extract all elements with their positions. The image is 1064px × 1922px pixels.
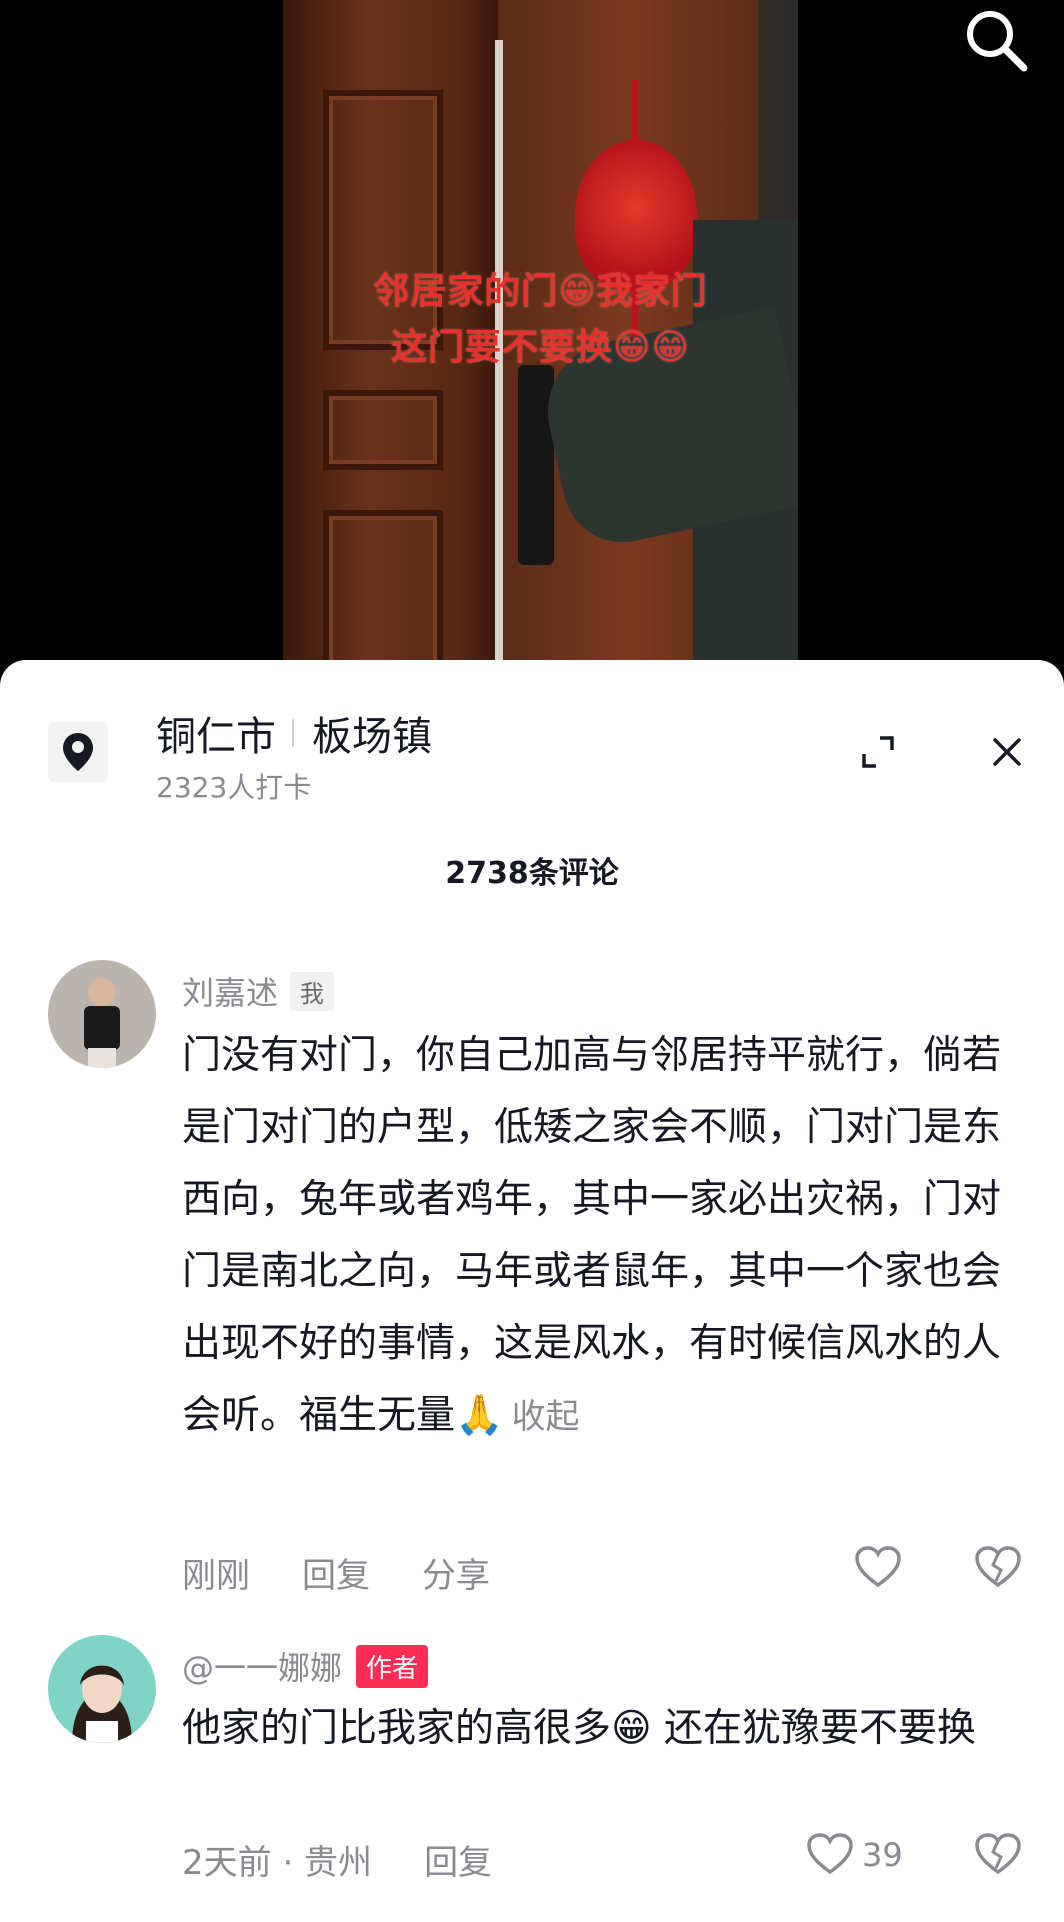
video-caption-line2: 这门要不要换😁😁 [390, 327, 691, 368]
author-tag: 作者 [356, 1644, 429, 1688]
location-checkins: 2323人打卡 [156, 771, 312, 804]
avatar[interactable] [48, 1635, 156, 1743]
reply-button[interactable]: 回复 [302, 1548, 370, 1597]
comment-username[interactable]: @一一娜娜 [182, 1643, 342, 1689]
video-frame[interactable]: 邻居家的门😁我家门 这门要不要换😁😁 [283, 0, 798, 700]
heart-icon[interactable] [806, 1832, 854, 1880]
comment-text: 他家的门比我家的高很多😁 还在犹豫要不要换 [182, 1706, 977, 1751]
location-city: 铜仁市 [156, 714, 276, 760]
video-caption-line1: 邻居家的门😁我家门 [373, 271, 708, 312]
share-button[interactable]: 分享 [422, 1548, 490, 1597]
comment-username[interactable]: 刘嘉述 [182, 968, 278, 1014]
close-icon[interactable] [985, 730, 1029, 774]
reply-button[interactable]: 回复 [424, 1835, 492, 1884]
broken-heart-icon[interactable] [974, 1545, 1022, 1593]
search-icon[interactable] [960, 4, 1030, 74]
location-pin-icon[interactable] [48, 722, 108, 782]
avatar[interactable] [48, 960, 156, 1068]
location-title[interactable]: 铜仁市 板场镇 [156, 704, 432, 762]
like-count: 39 [862, 1836, 903, 1874]
video-player[interactable]: 邻居家的门😁我家门 这门要不要换😁😁 [0, 0, 1064, 700]
comment-count: 2738条评论 [445, 856, 619, 891]
location-town: 板场镇 [312, 714, 432, 760]
comment-text: 门没有对门，你自己加高与邻居持平就行，倘若是门对门的户型，低矮之家会不顺，门对门… [182, 1033, 1002, 1438]
broken-heart-icon[interactable] [974, 1832, 1022, 1880]
heart-icon[interactable] [854, 1545, 902, 1593]
collapse-link[interactable]: 收起 [512, 1397, 580, 1437]
me-tag: 我 [290, 971, 335, 1011]
expand-icon[interactable] [856, 730, 900, 774]
comment-time: 刚刚 [182, 1556, 250, 1596]
comment-time-location: 2天前 · 贵州 [182, 1843, 373, 1883]
comment-sheet: 铜仁市 板场镇 2323人打卡 2738条评论 刘嘉述 我 门没有对门，你自己加… [0, 660, 1064, 1922]
